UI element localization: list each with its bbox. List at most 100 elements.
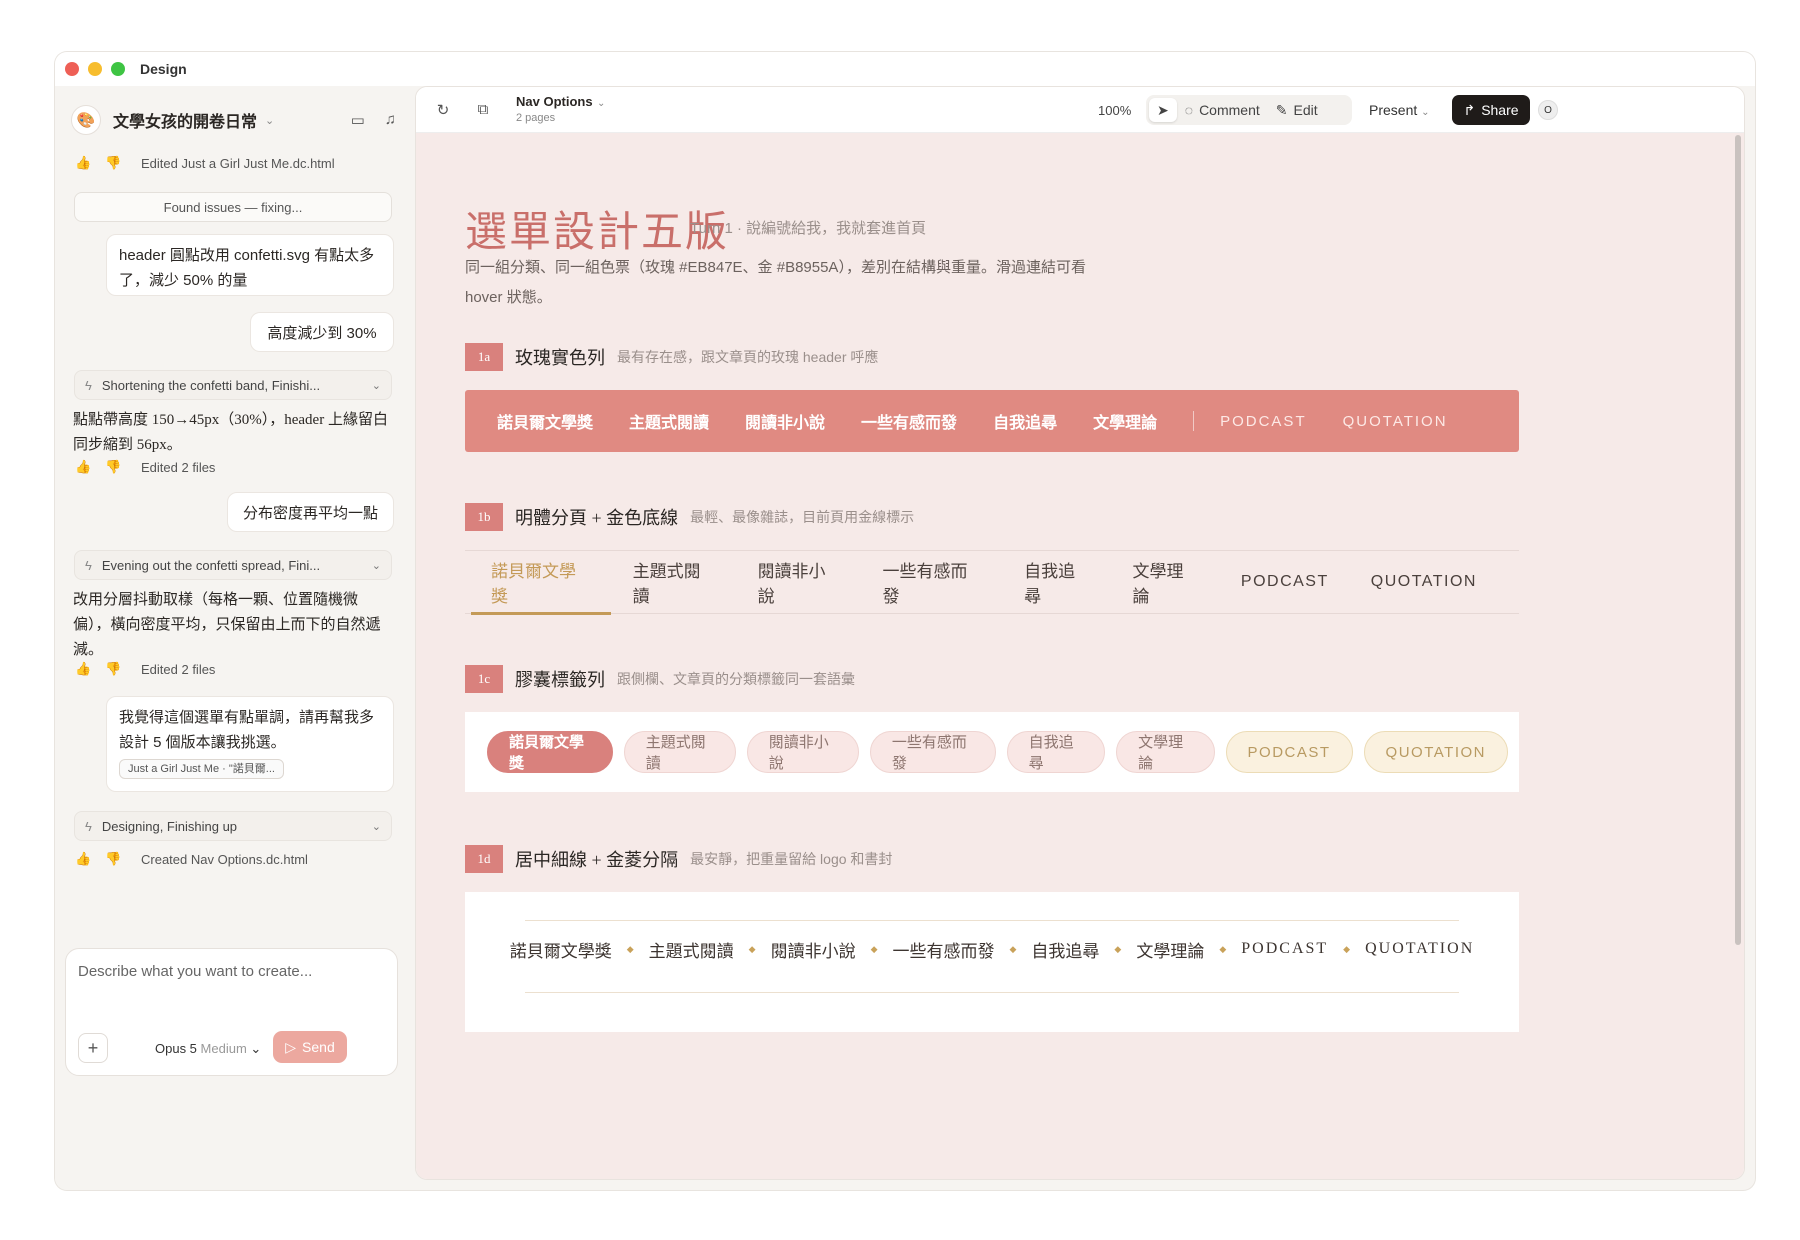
nav-link[interactable]: 自我追尋 xyxy=(993,409,1057,433)
nav-link-active[interactable]: 諾貝爾文學獎 xyxy=(471,550,611,615)
nav-link[interactable]: 文學理論 xyxy=(1133,550,1199,614)
created-file-label[interactable]: Created Nav Options.dc.html xyxy=(141,852,308,867)
present-button[interactable]: Present ⌄ xyxy=(1369,102,1430,118)
feedback-row: 👍 👎 Edited Just a Girl Just Me.dc.html xyxy=(75,152,335,174)
notification-icon[interactable]: ♫ xyxy=(385,111,396,129)
model-name: Opus 5 xyxy=(155,1041,197,1056)
edited-files-label[interactable]: Edited 2 files xyxy=(141,662,215,677)
vertical-scrollbar[interactable] xyxy=(1735,135,1741,945)
nav-link-podcast[interactable]: PODCAST xyxy=(1220,413,1307,430)
nav-link[interactable]: 諾貝爾文學獎 xyxy=(497,409,593,433)
nav-pill-podcast[interactable]: PODCAST xyxy=(1225,731,1353,773)
nav-pill-quotation[interactable]: QUOTATION xyxy=(1363,731,1508,773)
diamond-separator-icon: ◆ xyxy=(1009,943,1017,954)
edited-file-label[interactable]: Edited Just a Girl Just Me.dc.html xyxy=(141,156,335,171)
edited-files-label[interactable]: Edited 2 files xyxy=(141,460,215,475)
section-header-1a: 1a 玫瑰實色列 最有存在感，跟文章頁的玫瑰 header 呼應 xyxy=(465,342,878,372)
nav-pill-active[interactable]: 諾貝爾文學獎 xyxy=(487,731,613,773)
nav-link-podcast[interactable]: PODCAST xyxy=(1241,940,1328,958)
nav-link[interactable]: 自我追尋 xyxy=(1031,937,1099,962)
section-header-1c: 1c 膠囊標籤列 跟側欄、文章頁的分類標籤同一套語彙 xyxy=(465,664,855,694)
thumbs-up-icon[interactable]: 👍 xyxy=(75,155,91,171)
nav-link-quotation[interactable]: QUOTATION xyxy=(1371,573,1477,591)
thumbs-up-icon[interactable]: 👍 xyxy=(75,459,91,475)
avatar[interactable]: O xyxy=(1538,100,1558,120)
gold-underline xyxy=(471,612,611,615)
model-selector[interactable]: Opus 5 Medium ⌄ xyxy=(155,1041,261,1057)
refresh-icon[interactable]: ↻ xyxy=(432,99,454,121)
app-window: Design 🎨 文學女孩的開卷日常 ⌄ ▭ ♫ 👍 👎 Edited Just… xyxy=(55,52,1755,1190)
cursor-tool[interactable]: ➤ xyxy=(1149,98,1177,122)
nav-link[interactable]: 自我追尋 xyxy=(1024,550,1090,614)
document-selector[interactable]: Nav Options ⌄ 2 pages xyxy=(516,94,606,125)
nav-option-1a: 諾貝爾文學獎 主題式閱讀 閱讀非小說 一些有感而發 自我追尋 文學理論 PODC… xyxy=(465,390,1519,452)
comment-tool[interactable]: ◌ Comment xyxy=(1177,98,1268,122)
zoom-level[interactable]: 100% xyxy=(1098,103,1131,118)
share-button[interactable]: ↱ Share xyxy=(1452,95,1530,125)
thumbs-down-icon[interactable]: 👎 xyxy=(105,155,121,171)
bottom-hairline xyxy=(525,992,1459,993)
nav-link-quotation[interactable]: QUOTATION xyxy=(1365,940,1474,958)
task-status-text: Shortening the confetti band, Finishi... xyxy=(101,377,321,393)
edit-tool[interactable]: ✎ Edit xyxy=(1268,98,1326,122)
section-header-1b: 1b 明體分頁 + 金色底線 最輕、最像雜誌，目前頁用金線標示 xyxy=(465,502,914,532)
bolt-icon: ϟ xyxy=(85,377,92,393)
task-status-text: Designing, Finishing up xyxy=(101,818,238,834)
task-status[interactable]: ϟ Designing, Finishing up ⌄ xyxy=(74,811,392,841)
nav-link[interactable]: 一些有感而發 xyxy=(893,937,995,962)
nav-link[interactable]: 文學理論 xyxy=(1093,409,1157,433)
feedback-row: 👍 👎 Edited 2 files xyxy=(75,456,215,478)
nav-pill[interactable]: 文學理論 xyxy=(1116,731,1215,773)
nav-link[interactable]: 閱讀非小說 xyxy=(771,937,856,962)
chevron-down-icon[interactable]: ⌄ xyxy=(372,379,381,392)
prompt-input[interactable]: Describe what you want to create... xyxy=(78,963,312,980)
chevron-down-icon[interactable]: ⌄ xyxy=(372,559,381,572)
user-message-text: 我覺得這個選單有點單調，請再幫我多設計 5 個版本讓我挑選。 xyxy=(119,709,375,751)
nav-link[interactable]: 諾貝爾文學獎 xyxy=(510,937,612,962)
nav-link-podcast[interactable]: PODCAST xyxy=(1241,573,1329,591)
chevron-down-icon[interactable]: ⌄ xyxy=(265,114,274,127)
minimize-window-button[interactable] xyxy=(88,62,102,76)
title-bar: Design xyxy=(55,52,1755,86)
nav-link[interactable]: 一些有感而發 xyxy=(883,550,983,614)
nav-link[interactable]: 主題式閱讀 xyxy=(629,409,709,433)
nav-link[interactable]: 文學理論 xyxy=(1136,937,1204,962)
thumbs-down-icon[interactable]: 👎 xyxy=(105,459,121,475)
nav-link[interactable]: 主題式閱讀 xyxy=(649,937,734,962)
thumbs-up-icon[interactable]: 👍 xyxy=(75,851,91,867)
nav-option-1c: 諾貝爾文學獎 主題式閱讀 閱讀非小說 一些有感而發 自我追尋 文學理論 PODC… xyxy=(465,712,1519,792)
send-button[interactable]: ▷ Send xyxy=(273,1031,347,1063)
close-window-button[interactable] xyxy=(65,62,79,76)
zoom-window-button[interactable] xyxy=(111,62,125,76)
task-status[interactable]: ϟ Shortening the confetti band, Finishi.… xyxy=(74,370,392,400)
project-name[interactable]: 文學女孩的開卷日常 xyxy=(113,108,257,132)
send-label: Send xyxy=(302,1039,335,1055)
chevron-down-icon[interactable]: ⌄ xyxy=(372,820,381,833)
share-icon: ↱ xyxy=(1463,101,1476,118)
user-message: header 圓點改用 confetti.svg 有點太多了，減少 50% 的量 xyxy=(106,234,394,296)
panel-toggle-icon[interactable]: ▭ xyxy=(351,111,365,129)
nav-link[interactable]: 一些有感而發 xyxy=(861,409,957,433)
palette-icon[interactable]: 🎨 xyxy=(71,105,101,135)
nav-pill[interactable]: 主題式閱讀 xyxy=(623,731,736,773)
nav-pill[interactable]: 自我追尋 xyxy=(1006,731,1106,773)
project-header: 🎨 文學女孩的開卷日常 ⌄ ▭ ♫ xyxy=(71,102,396,138)
attachment-chip[interactable]: Just a Girl Just Me · "諾貝爾... xyxy=(119,759,284,779)
nav-link-quotation[interactable]: QUOTATION xyxy=(1343,413,1448,430)
pages-icon[interactable]: ⧉ xyxy=(472,99,494,121)
design-canvas: 選單設計五版 Turn 1 · 說編號給我，我就套進首頁 同一組分類、同一組色票… xyxy=(416,133,1744,1179)
task-status[interactable]: ϟ Evening out the confetti spread, Fini.… xyxy=(74,550,392,580)
user-message: 我覺得這個選單有點單調，請再幫我多設計 5 個版本讓我挑選。 Just a Gi… xyxy=(106,696,394,792)
thumbs-up-icon[interactable]: 👍 xyxy=(75,661,91,677)
section-tag: 1c xyxy=(465,665,503,693)
nav-pill[interactable]: 一些有感而發 xyxy=(869,731,996,773)
chevron-down-icon: ⌄ xyxy=(597,97,606,109)
top-hairline xyxy=(525,920,1459,921)
thumbs-down-icon[interactable]: 👎 xyxy=(105,661,121,677)
nav-link[interactable]: 閱讀非小說 xyxy=(758,550,841,614)
nav-link[interactable]: 閱讀非小說 xyxy=(745,409,825,433)
nav-pill[interactable]: 閱讀非小說 xyxy=(746,731,859,773)
nav-link[interactable]: 主題式閱讀 xyxy=(633,550,716,614)
thumbs-down-icon[interactable]: 👎 xyxy=(105,851,121,867)
add-attachment-button[interactable]: + xyxy=(78,1033,108,1063)
